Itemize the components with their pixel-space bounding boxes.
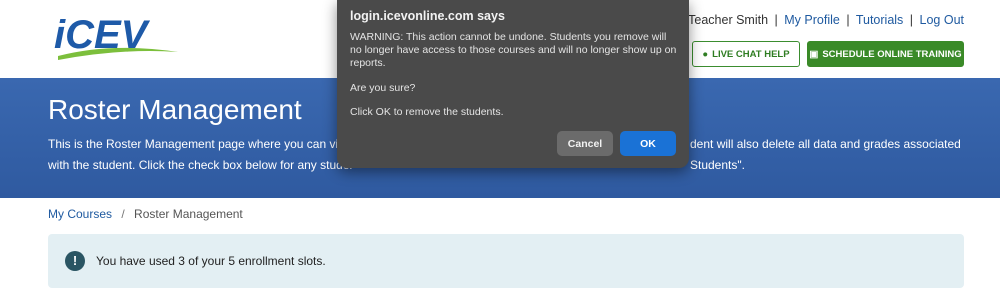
banner-description-line1: This is the Roster Management page where…: [48, 137, 354, 151]
breadcrumb-my-courses[interactable]: My Courses: [48, 207, 112, 221]
cancel-button[interactable]: Cancel: [557, 131, 613, 156]
dialog-title: login.icevonline.com says: [350, 9, 505, 23]
chat-icon: ●: [702, 48, 709, 60]
live-chat-button[interactable]: ● LIVE CHAT HELP: [692, 41, 800, 67]
schedule-label: SCHEDULE ONLINE TRAINING: [822, 48, 962, 60]
laptop-icon: ▣: [809, 48, 819, 60]
my-profile-link[interactable]: My Profile: [784, 13, 840, 27]
schedule-training-button[interactable]: ▣ SCHEDULE ONLINE TRAINING: [807, 41, 964, 67]
enrollment-alert: ! You have used 3 of your 5 enrollment s…: [48, 234, 964, 288]
icev-logo[interactable]: iCEV: [52, 12, 182, 64]
banner-description-line2: with the student. Click the check box be…: [48, 158, 354, 172]
user-name: Teacher Smith: [688, 13, 769, 27]
enrollment-alert-text: You have used 3 of your 5 enrollment slo…: [96, 254, 326, 268]
user-links: Teacher Smith | My Profile | Tutorials |…: [688, 13, 964, 27]
dialog-question: Are you sure?: [350, 82, 416, 94]
page-title: Roster Management: [48, 94, 302, 125]
ok-button[interactable]: OK: [620, 131, 676, 156]
confirm-dialog: login.icevonline.com says WARNING: This …: [337, 0, 689, 168]
banner-description-line2-tail: Students".: [690, 158, 745, 172]
breadcrumb: My Courses / Roster Management: [48, 207, 243, 221]
log-out-link[interactable]: Log Out: [920, 13, 964, 27]
info-exclamation-icon: !: [65, 251, 85, 271]
tutorials-link[interactable]: Tutorials: [856, 13, 903, 27]
breadcrumb-separator: /: [121, 207, 125, 221]
breadcrumb-current: Roster Management: [134, 207, 243, 221]
banner-description-line1-tail: dent will also delete all data and grade…: [690, 137, 961, 151]
live-chat-label: LIVE CHAT HELP: [712, 48, 790, 60]
dialog-warning-message: WARNING: This action cannot be undone. S…: [350, 31, 677, 69]
dialog-instruction: Click OK to remove the students.: [350, 106, 504, 118]
logo-text: iCEV: [54, 13, 151, 57]
